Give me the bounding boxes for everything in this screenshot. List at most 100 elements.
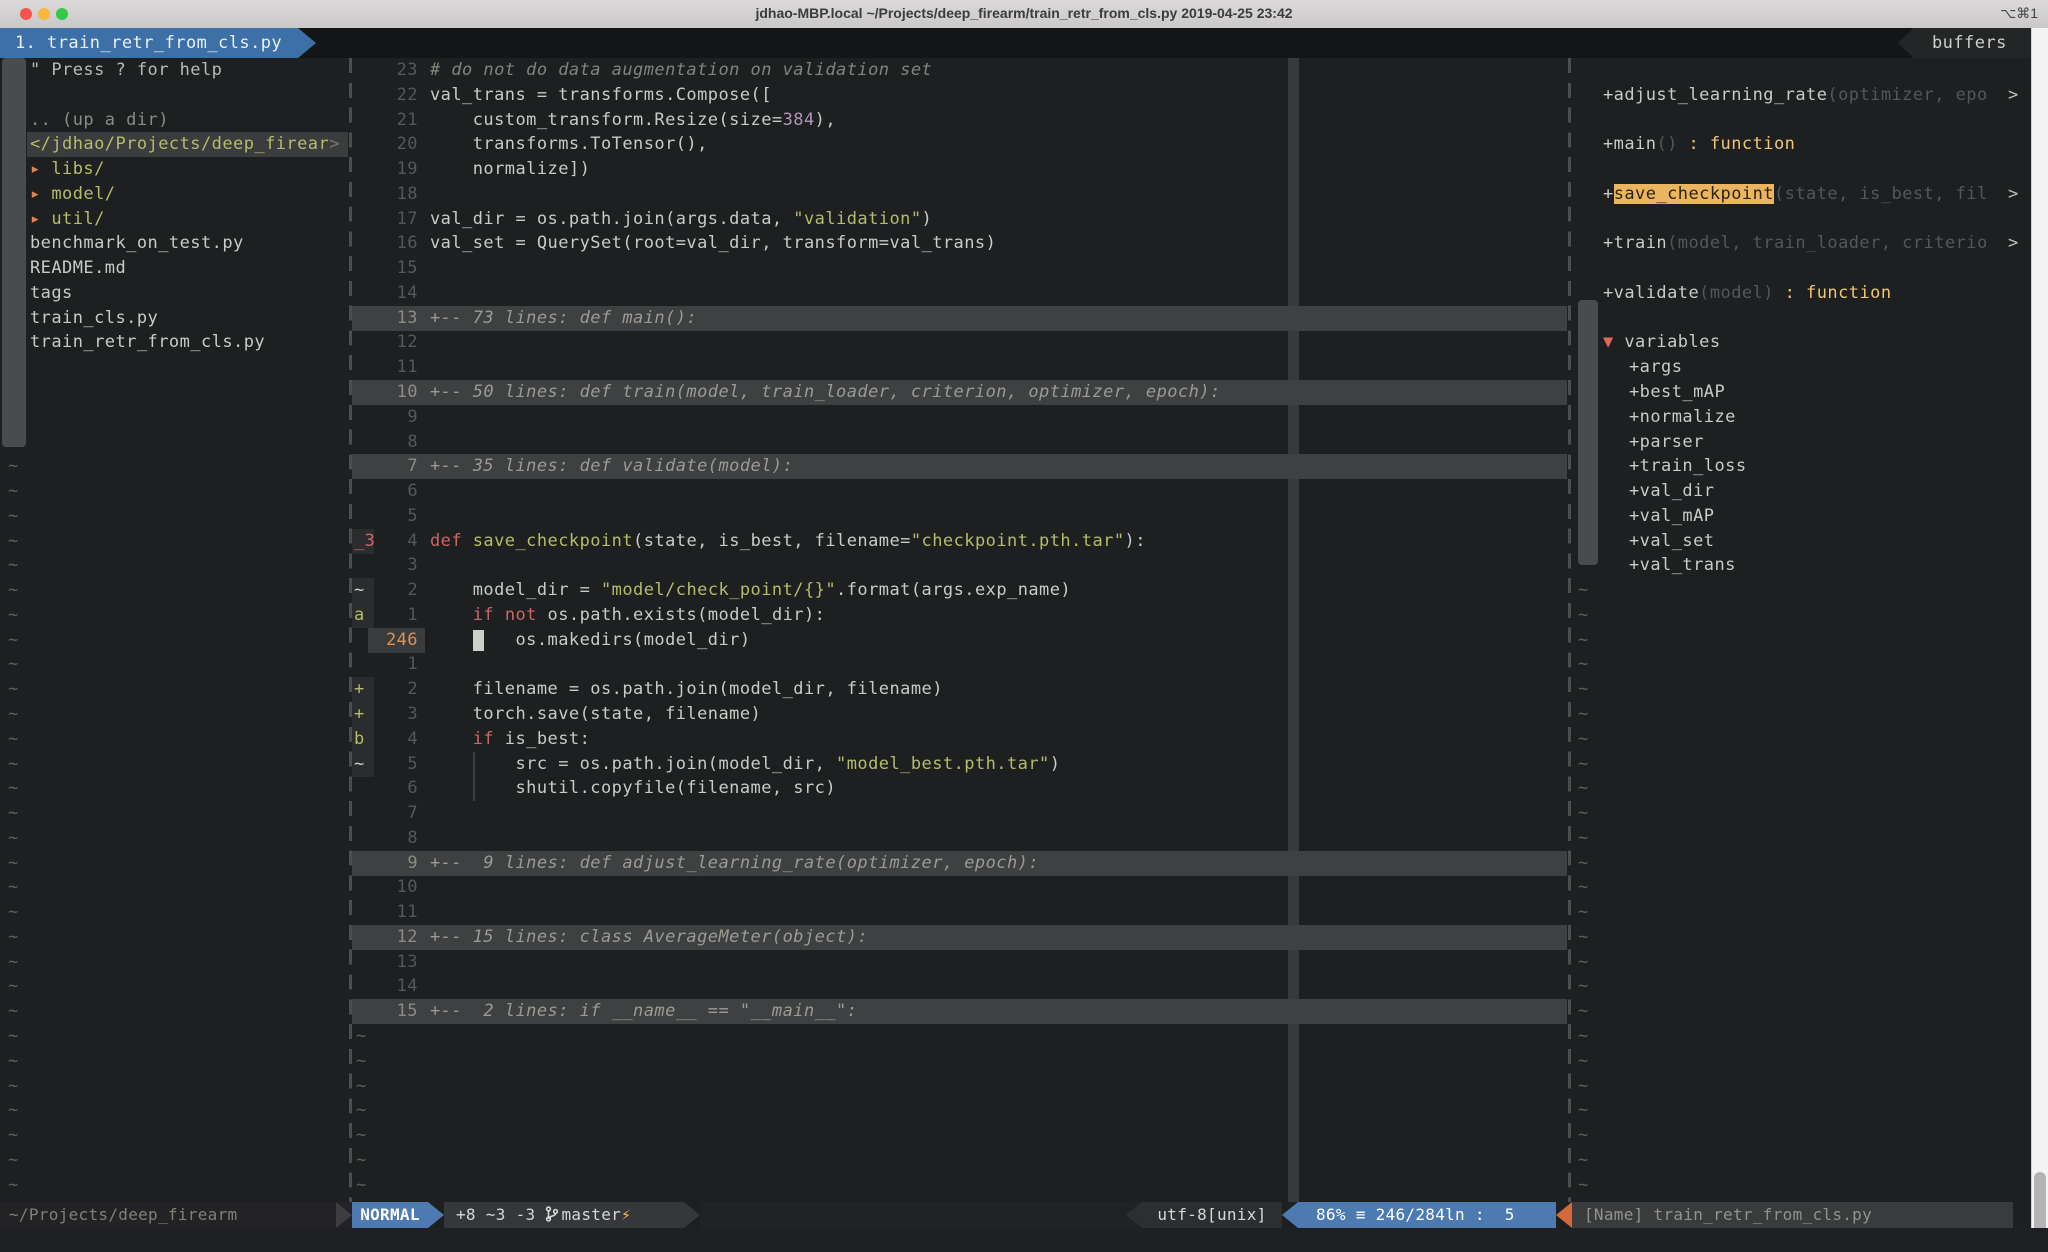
- tagbar-tag[interactable]: +val_set: [1572, 529, 2013, 554]
- code-line[interactable]: 5: [352, 504, 1567, 529]
- tagbar-tag[interactable]: +parser: [1572, 430, 2013, 455]
- nerdtree-item[interactable]: ▸ libs/: [0, 157, 348, 182]
- code-line[interactable]: 3: [352, 553, 1567, 578]
- folder-arrow-icon[interactable]: ▸: [30, 209, 51, 229]
- command-line[interactable]: [0, 1228, 2048, 1252]
- code-line[interactable]: 14: [352, 281, 1567, 306]
- code-line[interactable]: 6: [352, 479, 1567, 504]
- code-line[interactable]: 15: [352, 256, 1567, 281]
- code-line[interactable]: 8: [352, 826, 1567, 851]
- nerdtree-dir-name: model/: [51, 184, 115, 204]
- tab-current-buffer[interactable]: 1. train_retr_from_cls.py: [0, 28, 298, 58]
- nerdtree-scrollbar-thumb[interactable]: [2, 58, 26, 447]
- code-line[interactable]: 14: [352, 974, 1567, 999]
- fold-line[interactable]: 13+-- 73 lines: def main():: [352, 306, 1567, 331]
- tagbar-tag[interactable]: +val_trans: [1572, 553, 2013, 578]
- code-line[interactable]: 22val_trans = transforms.Compose([: [352, 83, 1567, 108]
- empty-line-tilde: ~: [1572, 826, 2013, 851]
- code-line[interactable]: 8: [352, 430, 1567, 455]
- nerdtree-item[interactable]: ▸ model/: [0, 182, 348, 207]
- tagbar-tag[interactable]: +main() : function: [1572, 132, 2013, 157]
- line-number: 3: [370, 702, 418, 727]
- code-line[interactable]: 6 shutil.copyfile(filename, src): [352, 776, 1567, 801]
- tag-text: (state, is_best, fil: [1774, 184, 1988, 204]
- folded-code-text: +-- 2 lines: if __name__ == "__main__":: [430, 999, 857, 1024]
- nerdtree-item[interactable]: tags: [0, 281, 348, 306]
- tagbar-tag[interactable]: +val_mAP: [1572, 504, 2013, 529]
- scrollbar-track[interactable]: [2031, 28, 2048, 1252]
- empty-line-tilde: ~: [0, 1074, 348, 1099]
- tag-text: (): [1656, 134, 1677, 154]
- code-line[interactable]: 19 normalize]): [352, 157, 1567, 182]
- nerdtree-item[interactable]: train_cls.py: [0, 306, 348, 331]
- nerdtree-item[interactable]: README.md: [0, 256, 348, 281]
- tagbar-tag[interactable]: +save_checkpoint(state, is_best, fil>: [1572, 182, 2013, 207]
- code-line[interactable]: ~2 model_dir = "model/check_point/{}".fo…: [352, 578, 1567, 603]
- code-line[interactable]: 16val_set = QuerySet(root=val_dir, trans…: [352, 231, 1567, 256]
- code-line[interactable]: 20 transforms.ToTensor(),: [352, 132, 1567, 157]
- statusline-git-segment: +8 ~3 -3master⚡: [444, 1202, 684, 1228]
- tagbar-kind-header[interactable]: ▼ variables: [1572, 330, 2013, 355]
- code-line[interactable]: 7: [352, 801, 1567, 826]
- tagbar-tag[interactable]: +best_mAP: [1572, 380, 2013, 405]
- nerdtree-item[interactable]: </jdhao/Projects/deep_firear>: [0, 132, 348, 157]
- tagbar-tag[interactable]: +normalize: [1572, 405, 2013, 430]
- code-line[interactable]: a1 if not os.path.exists(model_dir):: [352, 603, 1567, 628]
- tagbar-tag[interactable]: +validate(model) : function: [1572, 281, 2013, 306]
- code-text: def save_checkpoint(state, is_best, file…: [430, 529, 1146, 554]
- fold-triangle-icon: ▼: [1603, 332, 1624, 352]
- nerdtree-item[interactable]: benchmark_on_test.py: [0, 231, 348, 256]
- code-editor[interactable]: 23# do not do data augmentation on valid…: [352, 58, 1567, 1202]
- code-line[interactable]: _34def save_checkpoint(state, is_best, f…: [352, 529, 1567, 554]
- code-line[interactable]: +2 filename = os.path.join(model_dir, fi…: [352, 677, 1567, 702]
- window-shortcut-badge: ⌥⌘1: [2000, 0, 2038, 27]
- fold-line[interactable]: 15+-- 2 lines: if __name__ == "__main__"…: [352, 999, 1567, 1024]
- empty-line-tilde: ~: [0, 950, 348, 975]
- nerdtree-dir-name: util/: [51, 209, 104, 229]
- mark-sign: a: [354, 603, 365, 628]
- tagbar-tag[interactable]: +val_dir: [1572, 479, 2013, 504]
- code-line[interactable]: b4 if is_best:: [352, 727, 1567, 752]
- empty-line-tilde: ~: [1572, 1173, 2013, 1198]
- code-line[interactable]: 18: [352, 182, 1567, 207]
- empty-line-tilde: ~: [0, 1173, 348, 1198]
- folder-arrow-icon[interactable]: ▸: [30, 159, 51, 179]
- tagbar-tag[interactable]: +train_loss: [1572, 454, 2013, 479]
- empty-line-tilde: ~: [352, 1049, 1567, 1074]
- code-line[interactable]: 23# do not do data augmentation on valid…: [352, 58, 1567, 83]
- code-line[interactable]: 17val_dir = os.path.join(args.data, "val…: [352, 207, 1567, 232]
- truncation-marker: >: [2008, 182, 2019, 207]
- code-line[interactable]: 246 os.makedirs(model_dir): [352, 628, 1567, 653]
- code-line[interactable]: 9: [352, 405, 1567, 430]
- nerdtree-item[interactable]: train_retr_from_cls.py: [0, 330, 348, 355]
- tag-text: +main: [1603, 134, 1656, 154]
- nerdtree-item[interactable]: .. (up a dir): [0, 108, 348, 133]
- code-line[interactable]: ~5 src = os.path.join(model_dir, "model_…: [352, 752, 1567, 777]
- fold-line[interactable]: 12+-- 15 lines: class AverageMeter(objec…: [352, 925, 1567, 950]
- fold-line[interactable]: 10+-- 50 lines: def train(model, train_l…: [352, 380, 1567, 405]
- code-line[interactable]: 13: [352, 950, 1567, 975]
- powerline-arrow-icon: [336, 1202, 352, 1228]
- code-line[interactable]: +3 torch.save(state, filename): [352, 702, 1567, 727]
- line-number: 5: [370, 752, 418, 777]
- code-line[interactable]: 1: [352, 652, 1567, 677]
- fold-line[interactable]: 9+-- 9 lines: def adjust_learning_rate(o…: [352, 851, 1567, 876]
- fold-line[interactable]: 7+-- 35 lines: def validate(model):: [352, 454, 1567, 479]
- tagbar-tag[interactable]: +args: [1572, 355, 2013, 380]
- tag-text: +parser: [1629, 432, 1704, 452]
- code-line[interactable]: 21 custom_transform.Resize(size=384),: [352, 108, 1567, 133]
- empty-line-tilde: ~: [0, 999, 348, 1024]
- nerdtree-file-name: train_cls.py: [30, 308, 158, 328]
- code-line[interactable]: 10: [352, 875, 1567, 900]
- tagbar-tag[interactable]: +adjust_learning_rate(optimizer, epo>: [1572, 83, 2013, 108]
- tag-text: +val_dir: [1629, 481, 1714, 501]
- tagbar-tag[interactable]: +train(model, train_loader, criterio>: [1572, 231, 2013, 256]
- code-line[interactable]: 11: [352, 355, 1567, 380]
- nerdtree-item[interactable]: " Press ? for help: [0, 58, 348, 83]
- code-line[interactable]: 11: [352, 900, 1567, 925]
- window-separator-right[interactable]: [1568, 58, 1571, 1202]
- code-line[interactable]: 12: [352, 330, 1567, 355]
- tagbar-scrollbar-thumb[interactable]: [1578, 300, 1598, 565]
- nerdtree-item[interactable]: ▸ util/: [0, 207, 348, 232]
- folder-arrow-icon[interactable]: ▸: [30, 184, 51, 204]
